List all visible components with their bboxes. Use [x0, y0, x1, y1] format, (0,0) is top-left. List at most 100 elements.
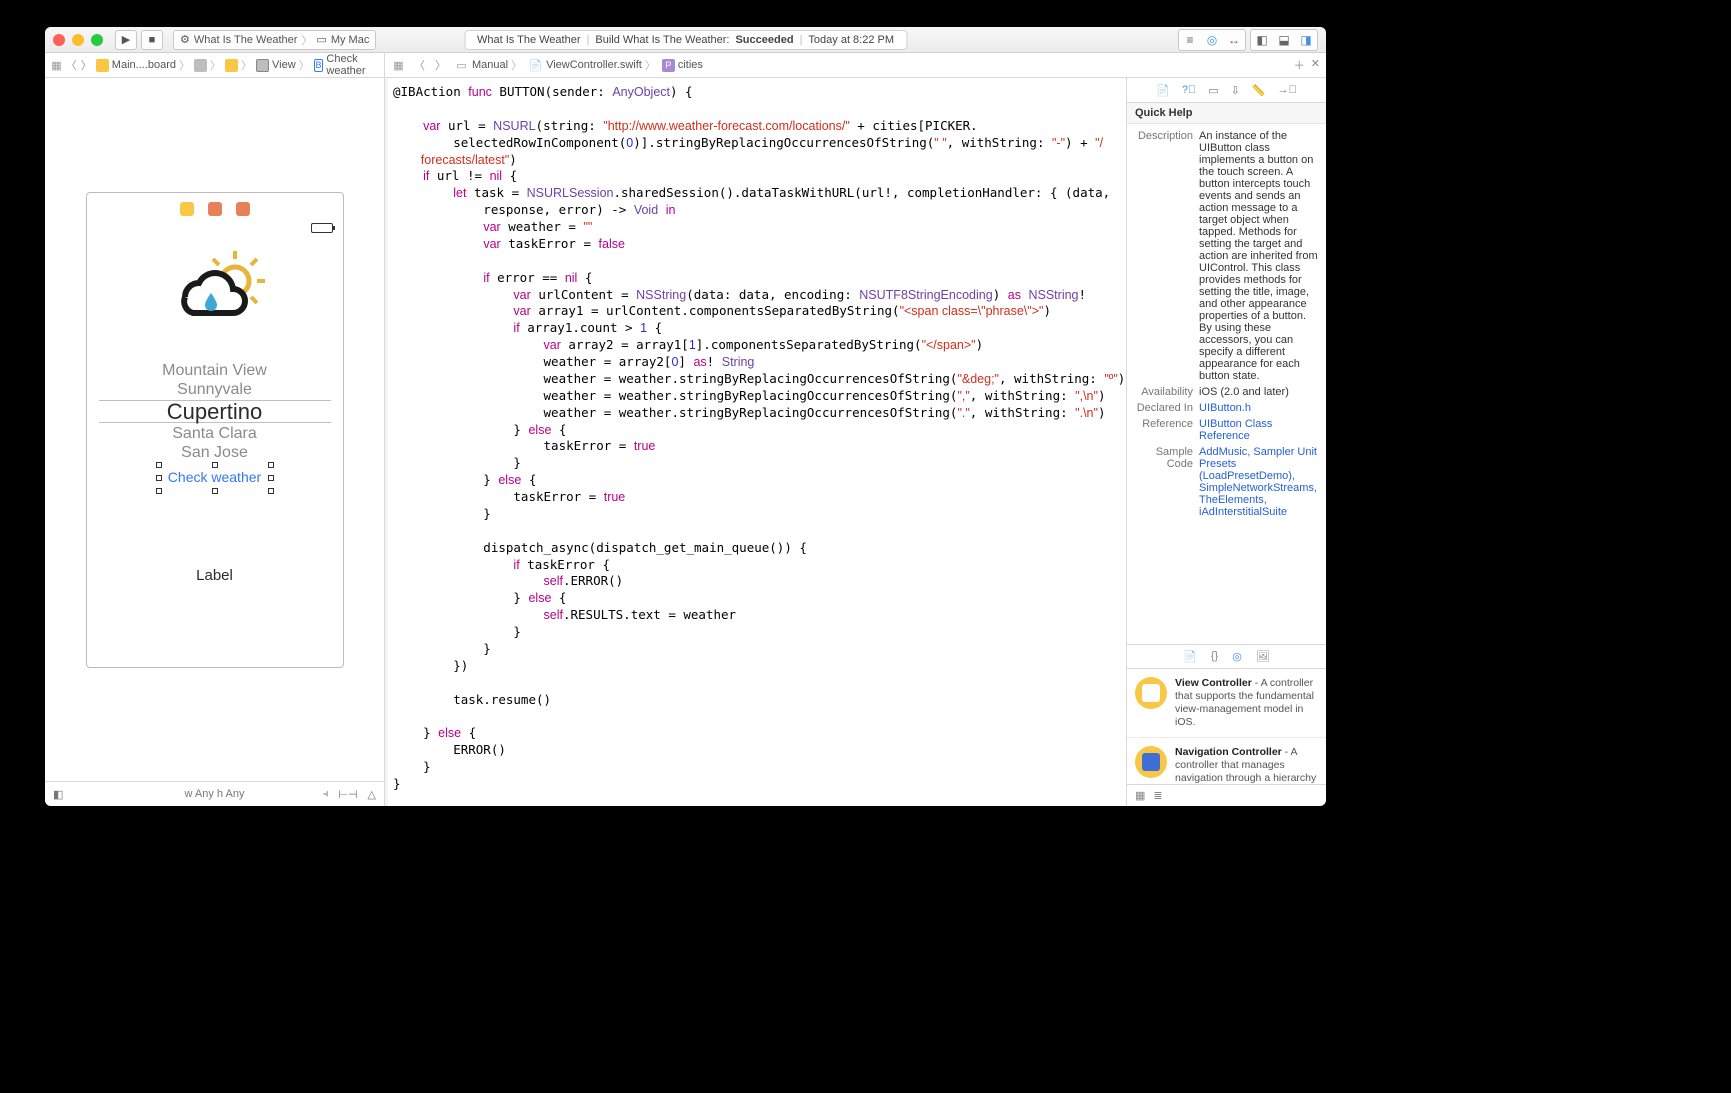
- qh-description: An instance of the UIButton class implem…: [1199, 130, 1318, 382]
- picker-row[interactable]: Sunnyvale: [87, 380, 343, 399]
- status-app: What Is The Weather: [477, 34, 581, 46]
- storyboard-icon: [96, 59, 109, 72]
- picker-row[interactable]: San Jose: [87, 443, 343, 462]
- selection-handles[interactable]: [159, 465, 271, 491]
- document-outline-toggle-icon[interactable]: ◧: [53, 788, 63, 801]
- qh-sample-code[interactable]: AddMusic, Sampler Unit Presets (LoadPres…: [1199, 446, 1317, 518]
- library-item[interactable]: View Controller - A controller that supp…: [1127, 669, 1326, 739]
- library-item[interactable]: Navigation Controller - A controller tha…: [1127, 738, 1326, 784]
- scheme-name: What Is The Weather: [194, 34, 298, 46]
- status-time: Today at 8:22 PM: [808, 34, 894, 46]
- library-footer: ▦ ≣: [1127, 784, 1326, 806]
- list-view-icon[interactable]: ≣: [1153, 789, 1162, 802]
- crumb-storyboard[interactable]: Main....board: [112, 59, 176, 71]
- code-snippet-library-icon[interactable]: {}: [1211, 650, 1218, 662]
- file-inspector-icon[interactable]: 📄: [1156, 84, 1170, 97]
- weather-logo-icon: [165, 251, 265, 323]
- results-label[interactable]: Label: [87, 567, 343, 584]
- qh-reference[interactable]: UIButton Class Reference: [1199, 418, 1272, 442]
- scheme-selector[interactable]: ⚙ What Is The Weather 〉 ▭ My Mac: [173, 30, 376, 50]
- scheme-destination: My Mac: [331, 34, 370, 46]
- close-window[interactable]: [53, 34, 65, 46]
- stop-button[interactable]: ■: [141, 30, 163, 50]
- gear-icon: ⚙: [180, 33, 190, 46]
- picker-row-selected[interactable]: Cupertino: [99, 400, 331, 423]
- iphone-canvas[interactable]: Mountain View Sunnyvale Cupertino Santa …: [86, 192, 344, 668]
- crumb-file[interactable]: ViewController.swift: [546, 59, 642, 71]
- battery-icon: [311, 223, 333, 233]
- titlebar: ▶ ■ ⚙ What Is The Weather 〉 ▭ My Mac Wha…: [45, 27, 1326, 53]
- qh-declared-in[interactable]: UIButton.h: [1199, 402, 1251, 414]
- button-icon: B: [314, 59, 324, 72]
- destination-icon: ▭: [316, 33, 326, 46]
- interface-builder-column: → Mountain View: [45, 78, 385, 806]
- jump-bar-row: ▦ 〈 〉 Main....board〉 〉 〉 View〉 BCheck we…: [45, 53, 1326, 78]
- media-library-icon[interactable]: 🖼: [1256, 650, 1270, 663]
- panel-toggle-group[interactable]: ◧ ⬓ ◨: [1250, 29, 1318, 51]
- forward-icon[interactable]: 〉: [433, 58, 448, 73]
- quick-help-body: DescriptionAn instance of the UIButton c…: [1127, 124, 1326, 528]
- quick-help-title: Quick Help: [1127, 103, 1326, 124]
- vc-icon[interactable]: [180, 202, 194, 216]
- back-icon[interactable]: 〈: [412, 58, 427, 73]
- size-class[interactable]: w Any h Any: [185, 788, 245, 800]
- qh-availability: iOS (2.0 and later): [1199, 386, 1318, 398]
- status-result: Succeeded: [735, 34, 793, 46]
- manual-icon: ▭: [454, 58, 469, 73]
- object-library[interactable]: View Controller - A controller that supp…: [1127, 669, 1326, 785]
- file-template-library-icon[interactable]: 📄: [1183, 650, 1197, 663]
- related-items-icon[interactable]: ▦: [391, 58, 406, 73]
- ib-footer: ◧ w Any h Any ⫞ ⊢⊣ △: [45, 781, 384, 806]
- size-inspector-icon[interactable]: 📏: [1252, 84, 1266, 97]
- city-picker[interactable]: Mountain View Sunnyvale Cupertino Santa …: [87, 361, 343, 462]
- bottom-panel-icon[interactable]: ⬓: [1273, 30, 1295, 50]
- identity-inspector-icon[interactable]: ▭: [1208, 84, 1218, 97]
- swift-file-icon: 📄: [528, 58, 543, 73]
- inspector-panel: 📄 ?⃝ ▭ ⇩ 📏 →⃝ Quick Help DescriptionAn i…: [1126, 78, 1326, 806]
- attributes-inspector-icon[interactable]: ⇩: [1231, 84, 1240, 97]
- run-button[interactable]: ▶: [115, 30, 137, 50]
- window-controls: [53, 34, 103, 46]
- editor-mode-group[interactable]: ≡ ◎ ↔: [1178, 29, 1246, 51]
- back-icon[interactable]: 〈: [66, 58, 77, 73]
- forward-icon[interactable]: 〉: [81, 58, 92, 73]
- minimize-window[interactable]: [72, 34, 84, 46]
- ib-canvas[interactable]: → Mountain View: [45, 78, 384, 781]
- picker-row[interactable]: Santa Clara: [87, 424, 343, 443]
- standard-editor-icon[interactable]: ≡: [1179, 30, 1201, 50]
- left-panel-icon[interactable]: ◧: [1251, 30, 1273, 50]
- viewcontroller-icon: [225, 59, 238, 72]
- quick-help-icon[interactable]: ?⃝: [1182, 84, 1196, 96]
- grid-view-icon[interactable]: ▦: [1135, 789, 1145, 802]
- close-assistant-icon[interactable]: ✕: [1311, 57, 1320, 73]
- pin-icon[interactable]: ⊢⊣: [338, 788, 357, 801]
- ib-jump-bar[interactable]: ▦ 〈 〉 Main....board〉 〉 〉 View〉 BCheck we…: [45, 53, 385, 77]
- code-editor[interactable]: @IBAction func BUTTON(sender: AnyObject)…: [385, 78, 1126, 806]
- assistant-editor-icon[interactable]: ◎: [1201, 30, 1223, 50]
- property-icon: P: [662, 59, 675, 72]
- picker-row[interactable]: Mountain View: [87, 361, 343, 380]
- resolve-icon[interactable]: △: [368, 788, 376, 801]
- object-library-icon[interactable]: ◎: [1232, 650, 1242, 663]
- editor-jump-bar[interactable]: ▦ 〈 〉 ▭Manual〉 📄ViewController.swift〉 Pc…: [385, 53, 1326, 77]
- view-icon: [256, 59, 269, 72]
- exit-icon[interactable]: [236, 202, 250, 216]
- crumb-manual[interactable]: Manual: [472, 59, 508, 71]
- related-items-icon[interactable]: ▦: [51, 58, 62, 73]
- scene-icon: [194, 59, 207, 72]
- crumb-view[interactable]: View: [272, 59, 296, 71]
- status-action: Build What Is The Weather:: [595, 34, 729, 46]
- xcode-window: ▶ ■ ⚙ What Is The Weather 〉 ▭ My Mac Wha…: [45, 27, 1326, 806]
- first-responder-icon[interactable]: [208, 202, 222, 216]
- connections-inspector-icon[interactable]: →⃝: [1278, 84, 1297, 96]
- inspector-tabs[interactable]: 📄 ?⃝ ▭ ⇩ 📏 →⃝: [1127, 78, 1326, 103]
- crumb-symbol[interactable]: cities: [678, 59, 703, 71]
- crumb-button[interactable]: Check weather: [326, 53, 378, 77]
- library-tabs[interactable]: 📄 {} ◎ 🖼: [1127, 644, 1326, 669]
- activity-status: What Is The Weather | Build What Is The …: [464, 30, 907, 50]
- add-assistant-icon[interactable]: ＋: [1294, 57, 1305, 73]
- zoom-window[interactable]: [91, 34, 103, 46]
- right-panel-icon[interactable]: ◨: [1295, 30, 1317, 50]
- version-editor-icon[interactable]: ↔: [1223, 30, 1245, 50]
- align-icon[interactable]: ⫞: [323, 788, 329, 801]
